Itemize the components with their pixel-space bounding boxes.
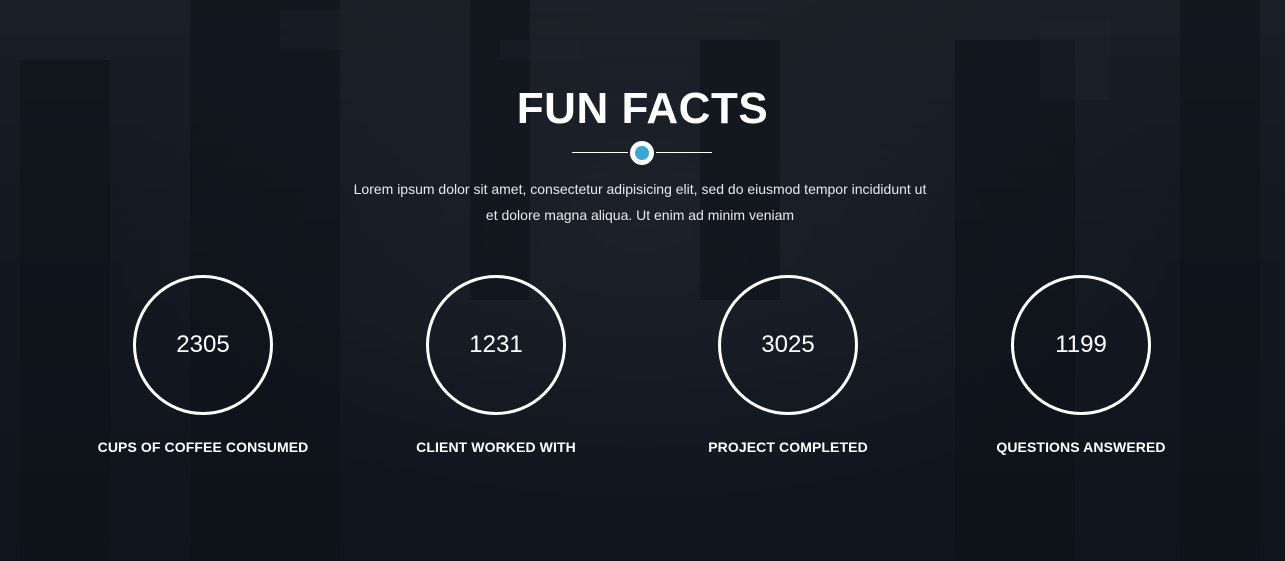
fact-label: CUPS OF COFFEE CONSUMED <box>97 439 309 455</box>
fact-label: QUESTIONS ANSWERED <box>996 439 1166 455</box>
fact-projects: 3025 PROJECT COMPLETED <box>642 275 934 455</box>
section-title: FUN FACTS <box>516 84 769 133</box>
fact-cups-of-coffee: 2305 CUPS OF COFFEE CONSUMED <box>57 275 349 455</box>
fact-circle: 2305 <box>133 275 273 415</box>
fun-facts-section: FUN FACTS Lorem ipsum dolor sit amet, co… <box>0 0 1285 561</box>
fact-circle: 3025 <box>718 275 858 415</box>
fact-value: 2305 <box>176 331 230 358</box>
fact-value: 3025 <box>761 331 815 358</box>
intro-line-2: et dolore magna aliqua. Ut enim ad minim… <box>485 207 795 223</box>
fact-value: 1199 <box>1055 331 1107 358</box>
fact-circle: 1231 <box>426 275 566 415</box>
fact-questions: 1199 QUESTIONS ANSWERED <box>935 275 1227 455</box>
fact-label: CLIENT WORKED WITH <box>416 439 576 455</box>
divider-line-right <box>656 152 712 153</box>
facts-row: 2305 CUPS OF COFFEE CONSUMED 1231 CLIENT… <box>57 275 1228 475</box>
section-intro: Lorem ipsum dolor sit amet, consectetur … <box>340 176 940 228</box>
divider-line-left <box>572 152 628 153</box>
divider-dot-icon <box>630 141 654 165</box>
fact-value: 1231 <box>469 331 523 358</box>
fact-circle: 1199 <box>1011 275 1151 415</box>
fact-label: PROJECT COMPLETED <box>708 439 868 455</box>
intro-line-1: Lorem ipsum dolor sit amet, consectetur … <box>353 181 927 197</box>
title-divider <box>572 141 712 165</box>
fact-clients: 1231 CLIENT WORKED WITH <box>350 275 642 455</box>
